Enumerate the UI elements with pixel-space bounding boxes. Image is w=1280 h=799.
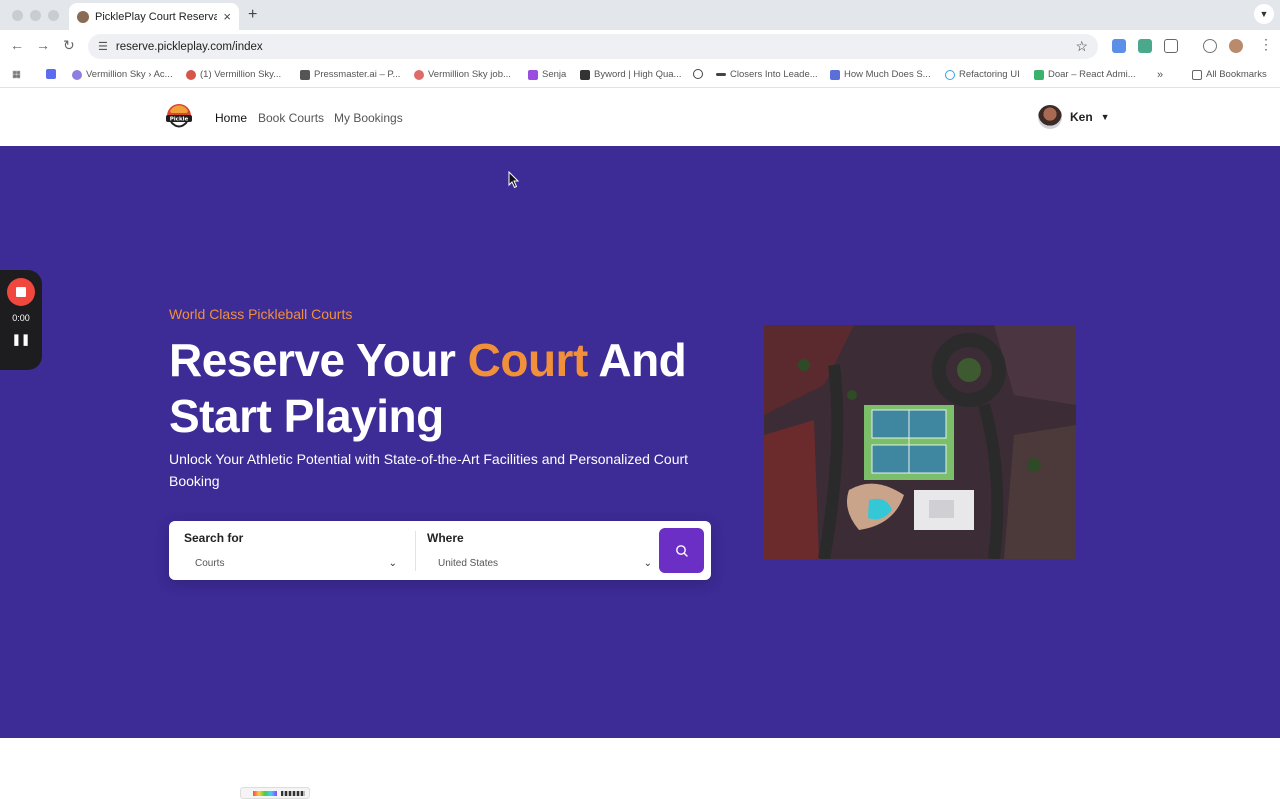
court-search-form: Search for Courts ⌄ Where United States … (169, 521, 711, 580)
search-divider (415, 531, 416, 571)
floating-toolbar[interactable] (240, 787, 310, 799)
pickleplay-favicon (77, 10, 89, 23)
pickleplay-logo[interactable]: Pickle (163, 101, 195, 133)
where-value: United States (438, 557, 499, 569)
browser-tab-bar: PicklePlay Court Reservation × + ▼ (0, 0, 1280, 30)
extension-icon[interactable] (1112, 39, 1126, 53)
search-submit-button[interactable] (659, 528, 704, 573)
bookmark-item[interactable]: Vermillion Sky job... (414, 69, 511, 80)
reload-icon[interactable]: ↻ (63, 37, 75, 54)
nav-book-courts-link[interactable]: Book Courts (258, 111, 324, 125)
bookmark-item[interactable]: (1) Vermillion Sky... (186, 69, 281, 80)
bookmark-item[interactable]: Doar – React Admi... (1034, 69, 1136, 80)
profile-avatar-icon[interactable] (1229, 39, 1243, 53)
bookmark-icon-p[interactable] (46, 69, 56, 79)
search-for-label: Search for (184, 531, 244, 545)
tab-close-icon[interactable]: × (223, 9, 231, 24)
stop-recording-button[interactable] (7, 278, 35, 306)
browser-menu-icon[interactable]: ⋮ (1259, 36, 1273, 53)
tab-search-chevron-icon[interactable]: ▼ (1254, 4, 1274, 24)
user-avatar (1038, 105, 1062, 129)
search-for-value: Courts (195, 557, 225, 569)
grid-icon (281, 791, 305, 796)
headline-part1: Reserve Your (169, 334, 468, 386)
where-label: Where (427, 531, 464, 545)
more-bookmarks-icon[interactable]: » (1157, 69, 1163, 81)
window-minimize-button[interactable] (30, 10, 41, 21)
search-for-select[interactable]: Courts ⌄ (195, 555, 397, 571)
window-close-button[interactable] (12, 10, 23, 21)
site-settings-icon[interactable]: ☰ (98, 40, 108, 53)
apps-grid-icon[interactable]: ▦ (12, 69, 21, 80)
url-text: reserve.pickleplay.com/index (115, 40, 263, 53)
chevron-down-icon: ⌄ (388, 557, 397, 569)
stop-icon (16, 287, 26, 297)
site-header: Pickle Home Book Courts My Bookings Ken … (0, 89, 1280, 146)
tab-title: PicklePlay Court Reservation (95, 10, 218, 23)
bookmarks-bar: ▦ Vermillion Sky › Ac... (1) Vermillion … (0, 62, 1280, 88)
extension-icon[interactable] (1138, 39, 1152, 53)
color-palette-icon (253, 791, 277, 796)
browser-tab-active[interactable]: PicklePlay Court Reservation × (69, 3, 239, 30)
bookmark-item[interactable]: Byword | High Qua... (580, 69, 681, 80)
svg-text:Pickle: Pickle (170, 117, 189, 123)
back-arrow-icon[interactable]: ← (10, 37, 24, 53)
headline-accent: Court (467, 334, 589, 386)
hero-section: World Class Pickleball Courts Reserve Yo… (0, 146, 1280, 738)
caret-down-icon: ▼ (1100, 112, 1110, 122)
browser-toolbar: ← → ↻ ☰ reserve.pickleplay.com/index ☆ ⋮ (0, 30, 1280, 62)
forward-arrow-icon[interactable]: → (36, 37, 50, 53)
hero-eyebrow: World Class Pickleball Courts (169, 306, 353, 322)
user-name: Ken (1070, 110, 1093, 124)
bookmark-item[interactable]: Vermillion Sky › Ac... (72, 69, 173, 80)
address-bar[interactable]: ☰ reserve.pickleplay.com/index ☆ (88, 34, 1098, 59)
bookmark-item[interactable]: Closers Into Leade... (716, 69, 818, 80)
hero-headline: Reserve Your Court And Start Playing (169, 332, 729, 444)
extensions-puzzle-icon[interactable] (1164, 39, 1178, 53)
search-icon (675, 544, 688, 557)
bookmark-chat-icon[interactable] (693, 69, 703, 79)
bookmark-item[interactable]: Senja (528, 69, 566, 80)
bookmark-item[interactable]: Refactoring UI (945, 69, 1020, 80)
where-select[interactable]: United States ⌄ (438, 555, 652, 571)
bookmark-item[interactable]: Pressmaster.ai – P... (300, 69, 400, 80)
window-zoom-button[interactable] (48, 10, 59, 21)
aerial-court-photo (764, 325, 1076, 559)
sync-icon[interactable] (1203, 39, 1217, 53)
screen-recorder-widget: 0:00 ❚❚ (0, 270, 42, 370)
mouse-cursor-icon (508, 171, 520, 189)
user-menu[interactable]: Ken ▼ (1038, 105, 1110, 129)
hero-subline: Unlock Your Athletic Potential with Stat… (169, 451, 689, 489)
chevron-down-icon: ⌄ (643, 557, 652, 569)
nav-my-bookings-link[interactable]: My Bookings (334, 111, 403, 125)
new-tab-button[interactable]: + (248, 6, 257, 24)
bookmark-item[interactable]: How Much Does S... (830, 69, 931, 80)
recording-timer: 0:00 (12, 313, 30, 323)
nav-home-link[interactable]: Home (215, 111, 247, 125)
pause-recording-button[interactable]: ❚❚ (0, 333, 42, 346)
bookmark-star-icon[interactable]: ☆ (1075, 38, 1088, 55)
all-bookmarks-folder[interactable]: All Bookmarks (1192, 69, 1267, 80)
